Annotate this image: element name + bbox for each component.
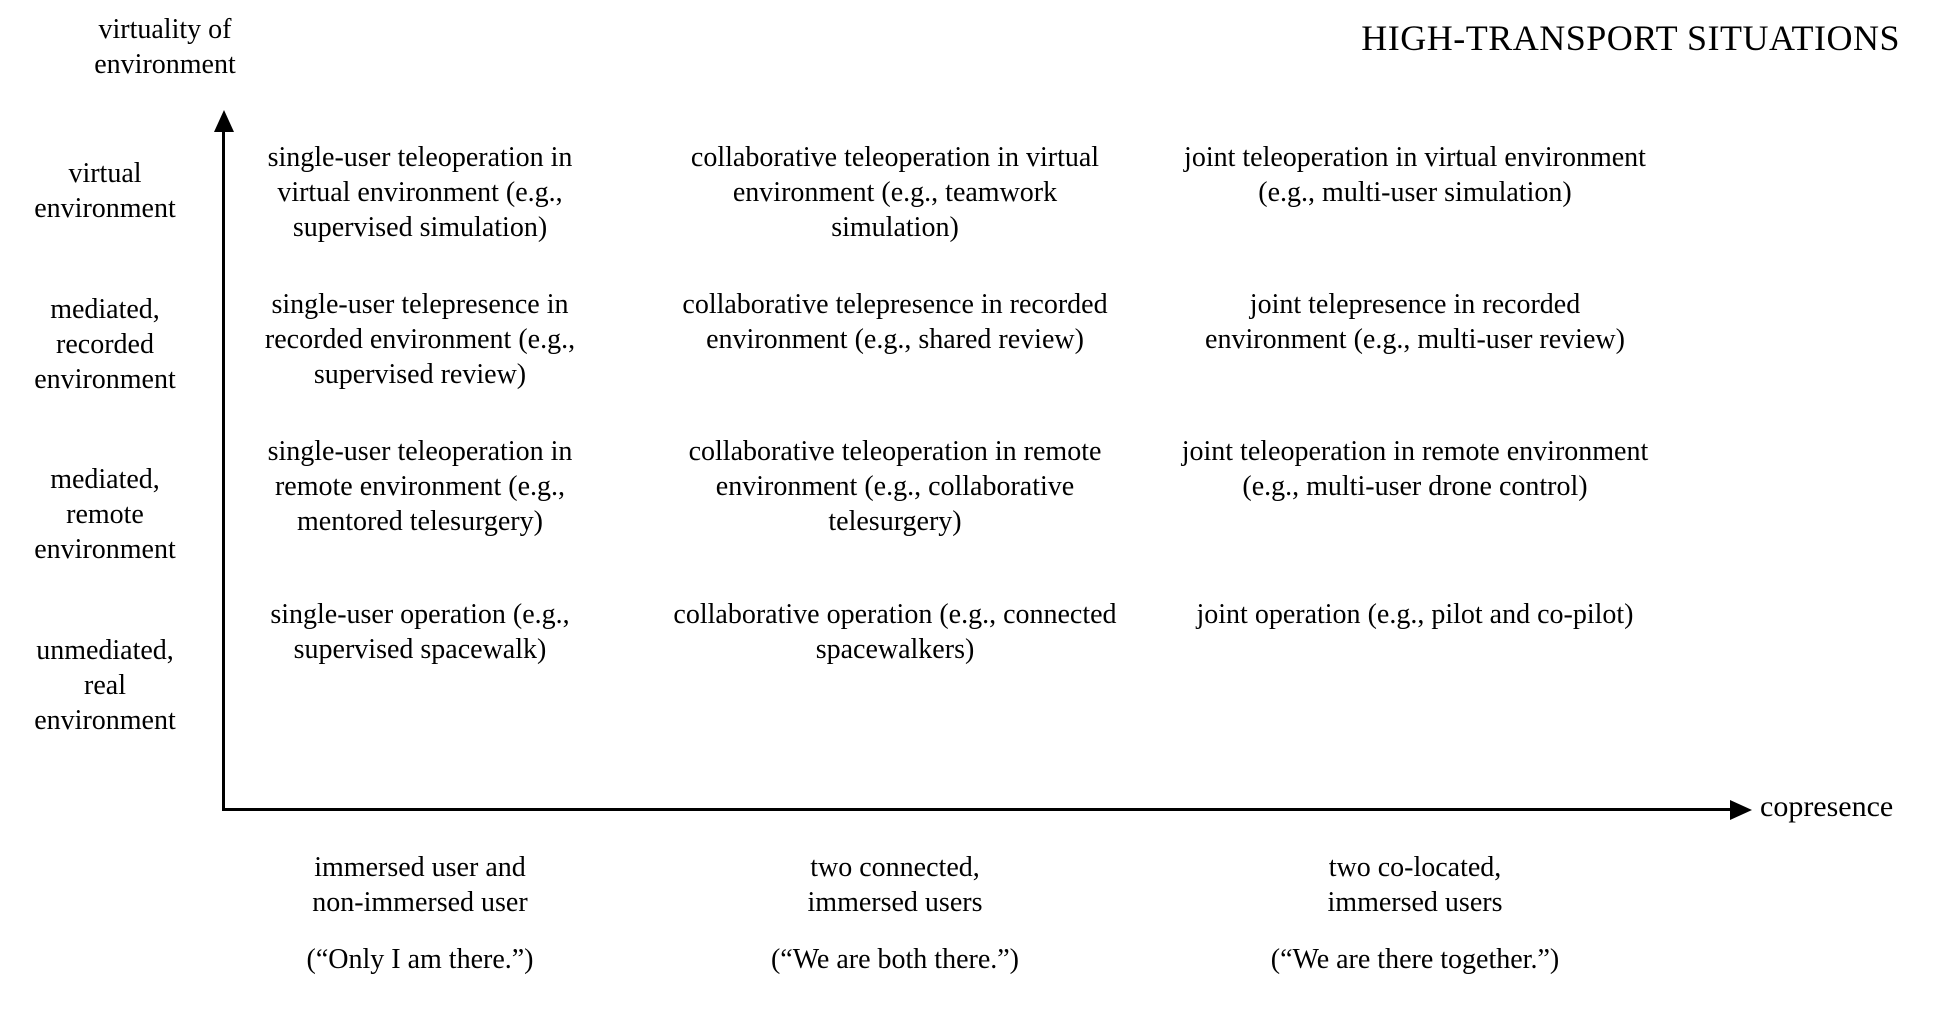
diagram-canvas: virtuality of environment HIGH-TRANSPORT… xyxy=(0,0,1940,1022)
cell-text: single-user teleoperation xyxy=(268,436,544,467)
cell-text: single-user telepresence xyxy=(272,289,540,320)
y-axis-arrow-icon xyxy=(214,110,234,132)
cell-text: joint teleoperation xyxy=(1182,436,1387,467)
cell-text: single-user operation xyxy=(270,599,506,630)
cell-text: collaborative operation xyxy=(673,599,932,630)
x-tick-text: immersed users xyxy=(1328,887,1503,918)
cell-text: (e.g., multi-user drone control) xyxy=(1242,471,1587,502)
cell-text: (e.g., pilot and co-pilot) xyxy=(1368,599,1634,630)
y-tick-text: remote xyxy=(66,499,144,530)
y-tick-text: mediated, xyxy=(50,464,160,495)
cell-r3c1: collaborative operation (e.g., connected… xyxy=(670,581,1120,683)
x-tick-subtext: (“We are there together.”) xyxy=(1180,942,1650,977)
y-tick-text: unmediated, xyxy=(36,635,174,666)
x-tick-subtext: (“Only I am there.”) xyxy=(230,942,610,977)
y-tick-recorded: mediated, recorded environment xyxy=(0,292,210,397)
x-tick-text: immersed users xyxy=(808,887,983,918)
x-tick-single: immersed user and non-immersed user (“On… xyxy=(230,850,610,977)
cell-text: (e.g., collaborative telesurgery) xyxy=(828,471,1074,537)
y-tick-text: mediated, xyxy=(50,294,160,325)
x-tick-text: non-immersed user xyxy=(312,887,527,918)
cell-text: collaborative teleoperation xyxy=(689,436,988,467)
cell-r2c2: joint teleoperation in remote environmen… xyxy=(1180,434,1650,539)
cell-text: joint telepresence xyxy=(1250,289,1447,320)
y-tick-text: environment xyxy=(34,364,176,395)
cell-text: joint teleoperation xyxy=(1184,142,1389,173)
y-tick-remote: mediated, remote environment xyxy=(0,462,210,567)
cell-text: in virtual environment xyxy=(1396,142,1646,173)
cell-r3c2: joint operation (e.g., pilot and co-pilo… xyxy=(1180,581,1650,683)
y-tick-text: environment xyxy=(34,534,176,565)
cell-r0c1: collaborative teleoperation in virtual e… xyxy=(670,140,1120,245)
cell-r1c1: collaborative telepresence in recorded e… xyxy=(670,287,1120,392)
cell-text: in remote environment xyxy=(1393,436,1648,467)
cell-r2c1: collaborative teleoperation in remote en… xyxy=(670,434,1120,539)
cell-text: single-user teleoperation xyxy=(268,142,544,173)
cell-r0c2: joint teleoperation in virtual environme… xyxy=(1180,140,1650,245)
cell-text: (e.g., multi-user review) xyxy=(1354,324,1625,355)
x-tick-labels: immersed user and non-immersed user (“On… xyxy=(230,850,1730,977)
cell-text: (e.g., shared review) xyxy=(855,324,1084,355)
x-tick-colocated: two co-located, immersed users (“We are … xyxy=(1180,850,1650,977)
y-axis-title-line1: virtuality of xyxy=(99,14,232,45)
y-tick-virtual: virtual environment xyxy=(0,156,210,226)
x-axis-title: copresence xyxy=(1760,788,1893,826)
cell-r0c0: single-user teleoperation in virtual env… xyxy=(230,140,610,245)
x-axis-arrow-icon xyxy=(1730,800,1752,820)
diagram-title: HIGH-TRANSPORT SITUATIONS xyxy=(1361,16,1900,61)
cell-r3c0: single-user operation (e.g., supervised … xyxy=(230,581,610,683)
x-tick-subtext: (“We are both there.”) xyxy=(670,942,1120,977)
y-axis-title: virtuality of environment xyxy=(0,12,330,82)
y-axis-title-line2: environment xyxy=(94,49,236,80)
cell-text: collaborative teleoperation xyxy=(691,142,990,173)
y-axis-line xyxy=(222,130,225,810)
y-tick-text: virtual xyxy=(68,158,141,189)
y-tick-real: unmediated, real environment xyxy=(0,633,210,738)
x-axis-line xyxy=(222,808,1732,811)
matrix-grid: single-user teleoperation in virtual env… xyxy=(230,140,1730,683)
x-tick-text: two co-located, xyxy=(1329,852,1502,883)
x-tick-text: immersed user and xyxy=(314,852,526,883)
y-tick-text: recorded xyxy=(56,329,154,360)
y-tick-text: environment xyxy=(34,193,176,224)
cell-text: joint operation xyxy=(1196,599,1360,630)
cell-r1c2: joint telepresence in recorded environme… xyxy=(1180,287,1650,392)
y-tick-text: environment xyxy=(34,705,176,736)
cell-text: collaborative telepresence xyxy=(682,289,974,320)
cell-r2c0: single-user teleoperation in remote envi… xyxy=(230,434,610,539)
cell-text: (e.g., multi-user simulation) xyxy=(1258,177,1571,208)
x-tick-text: two connected, xyxy=(810,852,980,883)
cell-r1c0: single-user telepresence in recorded env… xyxy=(230,287,610,392)
y-tick-text: real xyxy=(84,670,126,701)
x-tick-connected: two connected, immersed users (“We are b… xyxy=(670,850,1120,977)
